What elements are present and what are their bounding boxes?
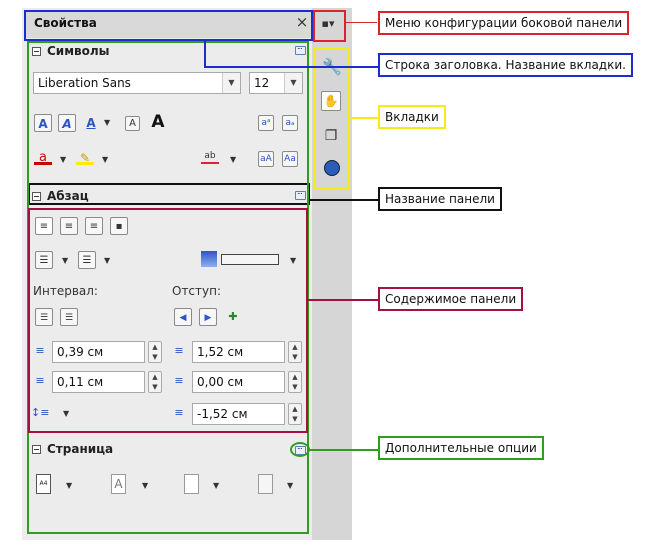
callout-title-bar: Строка заголовка. Название вкладки.	[378, 53, 633, 77]
more-options-connector	[310, 449, 378, 451]
more-options-highlight	[290, 442, 310, 457]
callout-config-menu: Меню конфигурации боковой панели	[378, 11, 630, 35]
title-bar-frame	[24, 10, 313, 41]
title-bar-connector-v	[204, 41, 206, 67]
title-bar-connector-h	[204, 66, 378, 68]
config-menu-frame	[313, 10, 346, 42]
panel-title-connector	[310, 199, 378, 201]
config-menu-connector	[346, 22, 377, 23]
panel-content-connector	[308, 299, 378, 301]
callout-more-options: Дополнительные опции	[378, 436, 544, 460]
panel-content-frame	[28, 208, 308, 433]
tabs-frame	[314, 47, 350, 190]
callout-panel-content: Содержимое панели	[378, 287, 524, 311]
callout-tabs: Вкладки	[378, 105, 446, 129]
callout-panel-title: Название панели	[378, 187, 502, 211]
tabs-connector	[350, 117, 378, 119]
